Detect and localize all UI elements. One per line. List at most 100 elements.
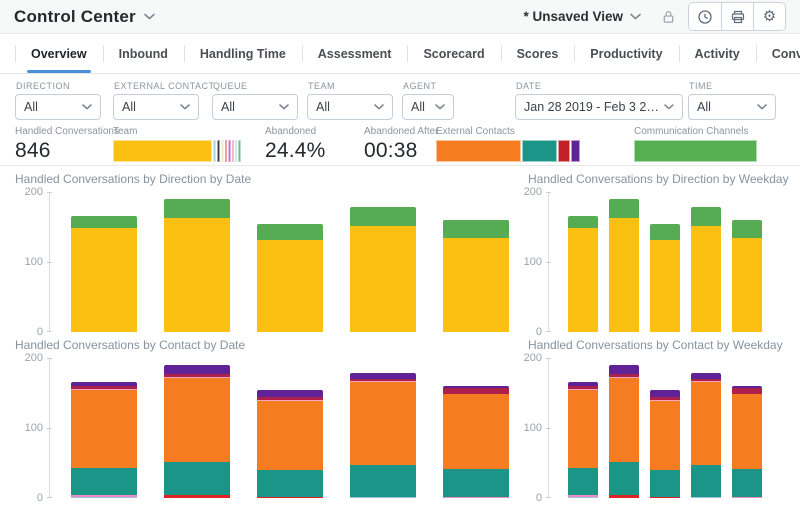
selected-value: All: [411, 100, 425, 114]
chevron-down-icon: [435, 104, 445, 110]
communication-channels-distribution-bar[interactable]: [634, 140, 769, 162]
charts-row-2: Handled Conversations by Contact by Date…: [0, 338, 800, 498]
chevron-down-icon: [180, 104, 190, 110]
external-contacts-distribution-bar[interactable]: [436, 140, 584, 162]
bar-segment: [225, 140, 227, 162]
chart-title: Handled Conversations by Contact by Week…: [528, 338, 784, 352]
stacked-bar-2[interactable]: [609, 199, 639, 332]
kpi-value: 846: [15, 139, 113, 163]
stacked-bar-2[interactable]: [609, 365, 639, 498]
stacked-bar-5[interactable]: [732, 220, 762, 332]
tab-assessment[interactable]: Assessment: [302, 34, 408, 73]
y-tick-mark: [546, 262, 551, 263]
y-tick-label: 100: [522, 256, 542, 268]
stacked-bar-4[interactable]: [691, 373, 721, 498]
segment-green: [732, 220, 762, 238]
y-tick-mark: [47, 331, 52, 332]
tab-overview[interactable]: Overview: [15, 34, 103, 73]
tab-activity[interactable]: Activity: [679, 34, 756, 73]
tab-bar: OverviewInboundHandling TimeAssessmentSc…: [0, 34, 800, 74]
segment-green: [164, 199, 230, 218]
filter-agent-select[interactable]: All: [402, 94, 454, 120]
stacked-bar-5[interactable]: [443, 220, 509, 332]
filter-agent: AGENT All: [402, 81, 454, 120]
selected-value: All: [221, 100, 235, 114]
kpi-abandoned: Abandoned 24.4%: [265, 126, 340, 163]
chart-title: Handled Conversations by Direction by Da…: [15, 172, 515, 186]
stacked-bar-3[interactable]: [650, 390, 680, 498]
segment-gold: [568, 228, 598, 332]
segment-orange: [350, 382, 416, 465]
print-button[interactable]: [721, 3, 753, 30]
tab-conversations[interactable]: Conversations: [756, 34, 800, 73]
segment-teal: [732, 469, 762, 497]
stacked-bar-3[interactable]: [257, 390, 323, 498]
lock-icon[interactable]: [661, 9, 676, 25]
tab-scorecard[interactable]: Scorecard: [407, 34, 500, 73]
stacked-bar-3[interactable]: [650, 224, 680, 332]
segment-teal: [691, 465, 721, 497]
segment-gold: [732, 238, 762, 332]
control-center-app: Control Center * Unsaved View: [0, 0, 800, 498]
schedule-button[interactable]: [689, 3, 721, 30]
bar-segment: [221, 140, 224, 162]
segment-gold: [650, 240, 680, 332]
chevron-down-icon: [144, 13, 155, 20]
stacked-bar-5[interactable]: [732, 386, 762, 498]
plot-area: [49, 358, 515, 498]
stacked-bar-1[interactable]: [568, 382, 598, 498]
segment-gold: [350, 226, 416, 332]
y-axis: 0100200: [528, 192, 548, 332]
y-tick-label: 100: [9, 256, 43, 268]
segment-teal: [350, 465, 416, 497]
y-tick-label: 200: [9, 186, 43, 198]
filter-external-contact-select[interactable]: All: [113, 94, 199, 120]
y-tick-label: 0: [522, 326, 542, 338]
filter-date-select[interactable]: Jan 28 2019 - Feb 3 2019: [515, 94, 683, 120]
dashboard-title-menu[interactable]: Control Center: [14, 7, 155, 27]
segment-red: [650, 497, 680, 498]
stacked-bar-1[interactable]: [568, 216, 598, 332]
tab-scores[interactable]: Scores: [501, 34, 575, 73]
bar-segment: [235, 140, 237, 162]
segment-orange: [164, 378, 230, 462]
filter-label: QUEUE: [213, 81, 298, 91]
tab-handling-time[interactable]: Handling Time: [184, 34, 302, 73]
kpi-label: Handled Conversations: [15, 126, 113, 139]
bar-segment: [113, 140, 212, 162]
filter-team-select[interactable]: All: [307, 94, 393, 120]
stacked-bar-3[interactable]: [257, 224, 323, 332]
stacked-bar-4[interactable]: [350, 373, 416, 498]
segment-orange: [568, 390, 598, 468]
team-distribution-bar[interactable]: [113, 140, 237, 162]
y-axis: 0100200: [15, 192, 49, 332]
segment-gold: [443, 238, 509, 332]
gear-icon: ⚙: [763, 9, 776, 24]
selected-value: All: [316, 100, 330, 114]
stacked-bar-5[interactable]: [443, 386, 509, 498]
filter-direction-select[interactable]: All: [15, 94, 101, 120]
stacked-bar-1[interactable]: [71, 216, 137, 332]
view-selector[interactable]: * Unsaved View: [523, 9, 641, 24]
bar-segment: [238, 140, 241, 162]
filter-time-select[interactable]: All: [688, 94, 776, 120]
stacked-bar-2[interactable]: [164, 199, 230, 332]
chart-plot: 0100200: [15, 358, 515, 498]
y-tick-mark: [546, 428, 551, 429]
kpi-value: 00:38: [364, 139, 432, 163]
stacked-bar-4[interactable]: [691, 207, 721, 332]
filter-label: DIRECTION: [16, 81, 101, 91]
segment-teal: [650, 470, 680, 497]
filter-queue-select[interactable]: All: [212, 94, 298, 120]
stacked-bar-2[interactable]: [164, 365, 230, 498]
y-tick-mark: [546, 358, 551, 359]
filter-label: AGENT: [403, 81, 454, 91]
segment-gold: [71, 228, 137, 332]
stacked-bar-4[interactable]: [350, 207, 416, 332]
tab-inbound[interactable]: Inbound: [103, 34, 184, 73]
tab-productivity[interactable]: Productivity: [574, 34, 678, 73]
settings-button[interactable]: ⚙: [753, 3, 785, 30]
kpi-abandoned-after: Abandoned After 00:38: [364, 126, 432, 163]
charts-row-1: Handled Conversations by Direction by Da…: [0, 172, 800, 332]
stacked-bar-1[interactable]: [71, 382, 137, 498]
